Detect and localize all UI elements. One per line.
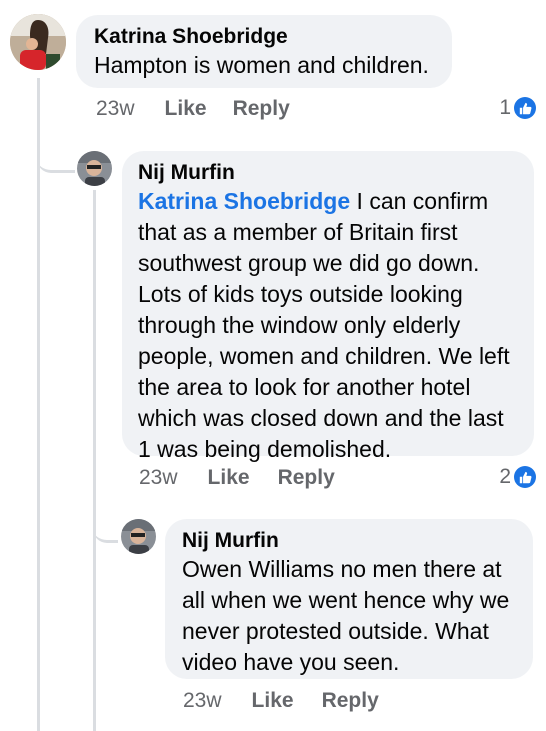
comment-author[interactable]: Nij Murfin <box>182 528 516 554</box>
like-button[interactable]: Like <box>165 97 207 121</box>
comment-author[interactable]: Katrina Shoebridge <box>94 24 434 50</box>
reaction-count[interactable]: 1 <box>499 96 536 120</box>
reaction-number: 2 <box>499 465 511 488</box>
comment-time[interactable]: 23w <box>139 466 178 490</box>
comment-actions: 23w Like Reply <box>96 97 290 121</box>
thread-connector-reply-1 <box>37 130 75 173</box>
thread-line-reply <box>93 190 96 731</box>
comment-actions: 23w Like Reply <box>183 689 379 713</box>
comment-text: Owen Williams no men there at all when w… <box>182 556 510 675</box>
reaction-number: 1 <box>499 96 511 119</box>
comment-text: Katrina Shoebridge I can confirm that as… <box>138 186 518 465</box>
comment-bubble: Katrina Shoebridge Hampton is women and … <box>76 15 452 88</box>
like-button[interactable]: Like <box>208 466 250 490</box>
comment-actions: 23w Like Reply <box>139 466 335 490</box>
thread-line-main <box>37 78 40 731</box>
like-thumb-icon <box>514 97 536 119</box>
reply-button[interactable]: Reply <box>278 466 335 490</box>
comment-time[interactable]: 23w <box>96 97 135 121</box>
comment-text: Hampton is women and children. <box>94 52 429 78</box>
avatar-photo <box>10 14 66 70</box>
reply-button[interactable]: Reply <box>322 689 379 713</box>
comment-bubble: Nij Murfin Owen Williams no men there at… <box>165 519 533 679</box>
mention-link[interactable]: Katrina Shoebridge <box>138 188 350 214</box>
avatar[interactable] <box>77 151 112 186</box>
avatar[interactable] <box>10 14 66 70</box>
comment-author[interactable]: Nij Murfin <box>138 160 518 186</box>
like-thumb-icon <box>514 466 536 488</box>
avatar-photo <box>77 151 112 186</box>
avatar[interactable] <box>121 519 156 554</box>
comment-time[interactable]: 23w <box>183 689 222 713</box>
thread-connector-reply-2 <box>93 500 118 543</box>
comment-bubble: Nij Murfin Katrina Shoebridge I can conf… <box>122 151 534 462</box>
comment-body: I can confirm that as a member of Britai… <box>138 188 510 462</box>
reaction-count[interactable]: 2 <box>499 465 536 489</box>
avatar-photo <box>121 519 156 554</box>
like-button[interactable]: Like <box>252 689 294 713</box>
reply-button[interactable]: Reply <box>233 97 290 121</box>
